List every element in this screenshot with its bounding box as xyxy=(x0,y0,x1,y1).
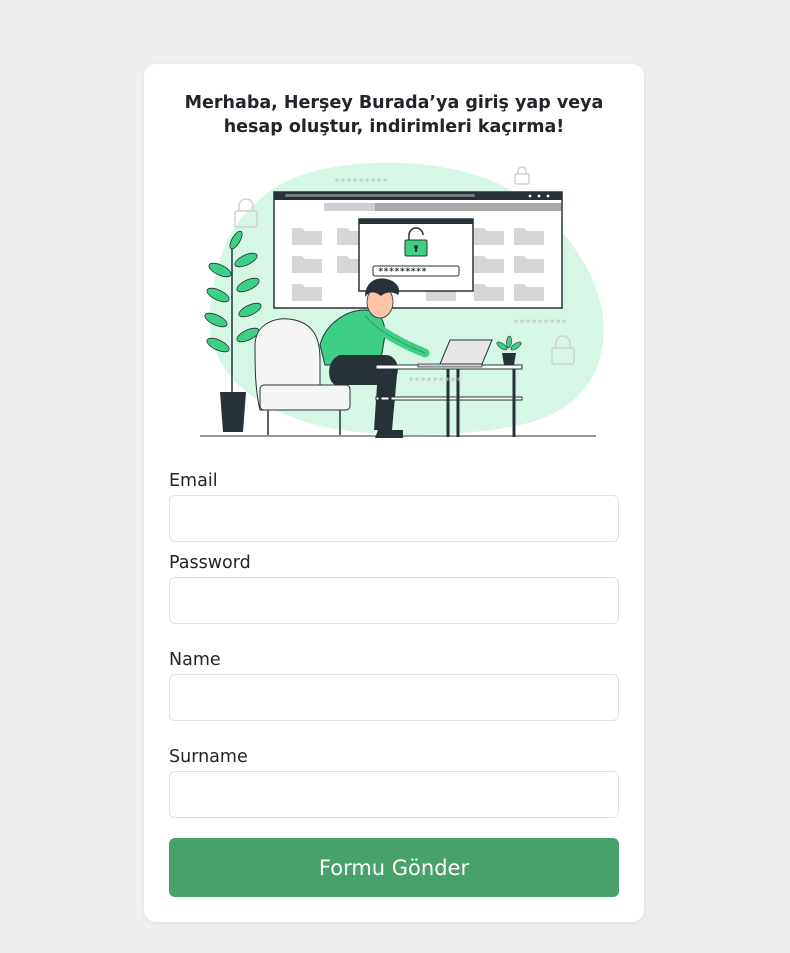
password-field[interactable] xyxy=(169,577,619,624)
name-field[interactable] xyxy=(169,674,619,721)
submit-button[interactable]: Formu Gönder xyxy=(169,838,619,897)
surname-field[interactable] xyxy=(169,771,619,818)
name-label: Name xyxy=(169,650,221,670)
page-title: Merhaba, Herşey Burada’ya giriş yap veya… xyxy=(184,93,604,137)
svg-text:*********: ********* xyxy=(408,376,462,387)
email-label: Email xyxy=(169,471,218,491)
login-card: Merhaba, Herşey Burada’ya giriş yap veya… xyxy=(144,64,644,922)
svg-text:*********: ********* xyxy=(513,318,567,329)
svg-text:*********: ********* xyxy=(334,177,388,188)
surname-label: Surname xyxy=(169,747,248,767)
svg-text:*********: ********* xyxy=(378,267,427,277)
password-security-illustration: ********* ********* ********* ********* xyxy=(200,162,604,438)
password-label: Password xyxy=(169,553,251,573)
email-field[interactable] xyxy=(169,495,619,542)
